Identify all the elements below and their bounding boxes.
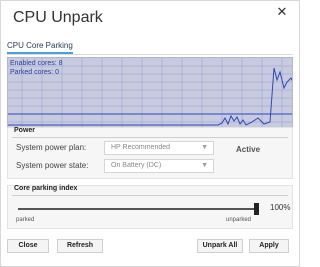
refresh-button[interactable]: Refresh [57,239,103,253]
title-bar: CPU Unpark ✕ [1,1,299,35]
power-plan-select[interactable]: HP Recommended ▼ [104,141,214,155]
chevron-down-icon: ▼ [201,144,208,151]
tab-divider [7,54,293,55]
core-parking-slider-track[interactable] [18,208,258,210]
power-plan-label: System power plan: [16,143,87,152]
slider-max-label: unparked [226,217,252,223]
apply-button[interactable]: Apply [249,239,289,253]
enabled-cores-label: Enabled cores: 8 [10,60,63,67]
close-icon[interactable]: ✕ [273,3,291,21]
chevron-down-icon: ▼ [201,162,208,169]
core-parking-panel: Core parking index 100% parked unparked [7,185,293,229]
slider-min-label: parked [16,217,35,223]
app-title: CPU Unpark [13,9,103,26]
core-parking-value: 100% [270,203,291,212]
cpu-unpark-window: CPU Unpark ✕ CPU Core Parking Enabled co… [0,0,300,267]
core-parking-divider [12,195,288,196]
power-section-divider [12,137,288,138]
power-state-select[interactable]: On Battery (DC) ▼ [104,159,214,173]
close-button[interactable]: Close [7,239,49,253]
core-parking-slider-thumb[interactable] [254,203,259,215]
unpark-all-button[interactable]: Unpark All [197,239,243,253]
power-state-value: On Battery (DC) [111,162,162,169]
parked-cores-label: Parked cores: 0 [10,69,60,76]
core-parking-title: Core parking index [14,185,78,192]
power-panel: Power System power plan: HP Recommended … [7,127,293,179]
power-section-title: Power [14,127,36,134]
power-status-label: Active [236,145,261,154]
activity-trace [8,67,292,126]
tab-cpu-core-parking[interactable]: CPU Core Parking [7,41,73,50]
core-activity-graph: Enabled cores: 8 Parked cores: 0 [7,57,293,129]
power-plan-value: HP Recommended [111,144,171,151]
power-state-label: System power state: [16,161,89,170]
